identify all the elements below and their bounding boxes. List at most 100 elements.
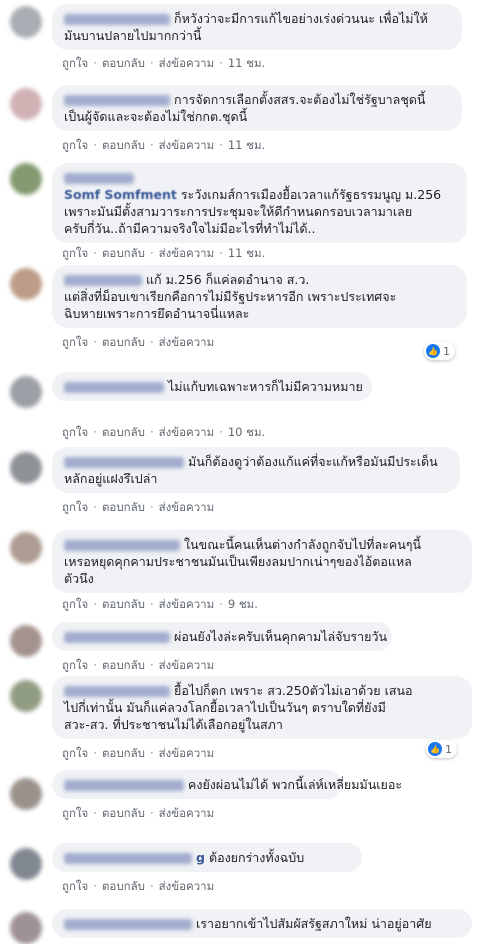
comment-actions: ถูกใจ · ตอบกลับ · ส่งข้อความ <box>62 499 214 517</box>
author-name[interactable]: Somf Somfment <box>64 187 177 202</box>
avatar[interactable] <box>10 163 42 195</box>
author-name-redacted[interactable] <box>64 95 170 106</box>
action-separator: · <box>149 746 154 760</box>
comment-actions: ถูกใจ · ตอบกลับ · ส่งข้อความ · 9 ชม. <box>62 596 258 614</box>
avatar[interactable] <box>10 912 42 944</box>
action-separator: · <box>219 56 223 70</box>
comment-actions: ถูกใจ · ตอบกลับ · ส่งข้อความ <box>62 657 214 675</box>
message-button[interactable]: ส่งข้อความ <box>159 424 215 442</box>
message-button[interactable]: ส่งข้อความ <box>159 657 215 675</box>
comment-text-line: ไปกี่เท่านั้น มันก็แค่ลวงโลกยื้อเวลาไปเป… <box>64 699 460 716</box>
like-button[interactable]: ถูกใจ <box>62 878 88 896</box>
comment-timestamp[interactable]: 10 ชม. <box>228 424 265 442</box>
like-button[interactable]: ถูกใจ <box>62 334 88 352</box>
like-button[interactable]: ถูกใจ <box>62 657 88 675</box>
comment-text-line: แก้ ม.256 ก็แค่ลดอำนาจ ส.ว. <box>64 271 455 288</box>
comment-feed: ก็หวังว่าจะมีการแก้ไขอย่างเร่งด่วนนะ เพื… <box>0 0 482 944</box>
comment-timestamp[interactable]: 9 ชม. <box>228 596 258 614</box>
reply-button[interactable]: ตอบกลับ <box>102 424 145 442</box>
author-name-redacted[interactable] <box>64 632 170 643</box>
reply-button[interactable]: ตอบกลับ <box>102 745 145 763</box>
message-button[interactable]: ส่งข้อความ <box>159 334 215 352</box>
author-name-redacted[interactable] <box>64 686 170 697</box>
author-name-redacted[interactable] <box>64 780 184 791</box>
reply-button[interactable]: ตอบกลับ <box>102 805 145 823</box>
comment-text-line: สวะ-สว. ที่ประชาชนไม่ได้เลือกอยู่ในสภา <box>64 716 460 733</box>
message-button[interactable]: ส่งข้อความ <box>159 878 215 896</box>
message-button[interactable]: ส่งข้อความ <box>159 137 215 155</box>
action-separator: · <box>93 806 97 820</box>
comment-text: ยื้อไปก็ตก เพราะ สว.250ตัวไม่เอาด้วย เสน… <box>174 683 413 698</box>
thumbs-up-icon: 👍 <box>426 344 440 358</box>
comment-text: แก้ ม.256 ก็แค่ลดอำนาจ ส.ว. <box>146 272 310 287</box>
reaction-badge[interactable]: 👍 1 <box>424 342 455 360</box>
reply-button[interactable]: ตอบกลับ <box>102 137 145 155</box>
comment-text-line: ไม่แก้บทเฉพาะหารก็ไม่มีความหมาย <box>64 378 363 395</box>
like-button[interactable]: ถูกใจ <box>62 745 88 763</box>
comment-actions: ถูกใจ · ตอบกลับ · ส่งข้อความ <box>62 878 214 896</box>
comment-text: ไม่แก้บทเฉพาะหารก็ไม่มีความหมาย <box>168 379 363 394</box>
author-name-redacted[interactable] <box>64 853 192 864</box>
avatar[interactable] <box>10 848 42 880</box>
like-button[interactable]: ถูกใจ <box>62 424 88 442</box>
reaction-badge[interactable]: 👍 1 <box>426 740 457 758</box>
action-separator: · <box>149 56 154 70</box>
comment-text-line: แต่สิ่งที่ม็อบเขาเรียกคือการไม่มีรัฐประห… <box>64 288 455 305</box>
like-button[interactable]: ถูกใจ <box>62 499 88 517</box>
like-button[interactable]: ถูกใจ <box>62 245 88 263</box>
like-button[interactable]: ถูกใจ <box>62 805 88 823</box>
comment-text-line: เราอยากเข้าไปสัมผัสรัฐสภาใหม่ น่าอยู่อาศ… <box>64 915 460 932</box>
comment-text-line: มันก็ต้องดูว่าต้องแก้แค่ที่จะแก้หรือมันม… <box>64 453 448 470</box>
reply-button[interactable]: ตอบกลับ <box>102 55 145 73</box>
author-name-redacted[interactable] <box>64 540 180 551</box>
reply-button[interactable]: ตอบกลับ <box>102 245 145 263</box>
action-separator: · <box>149 138 154 152</box>
comment-text-line: เหรอหยุดคุกคามประชาชนมันเป็นเพียงลมปากเน… <box>64 553 460 570</box>
message-button[interactable]: ส่งข้อความ <box>159 245 215 263</box>
avatar[interactable] <box>10 778 42 810</box>
comment-text: เหรอหยุดคุกคามประชาชนมันเป็นเพียงลมปากเน… <box>64 554 412 569</box>
avatar[interactable] <box>10 452 42 484</box>
reply-button[interactable]: ตอบกลับ <box>102 878 145 896</box>
author-name-redacted[interactable] <box>64 14 170 25</box>
avatar[interactable] <box>10 6 42 38</box>
author-name-redacted[interactable] <box>64 173 134 184</box>
comment-text: ครับกี่วัน..ถ้ามีความจริงใจไม่มีอะไรที่ท… <box>64 221 316 236</box>
avatar[interactable] <box>10 268 42 300</box>
comment-timestamp[interactable]: 11 ชม. <box>228 55 265 73</box>
comment-bubble: ไม่แก้บทเฉพาะหารก็ไม่มีความหมาย <box>52 372 372 401</box>
comment-timestamp[interactable]: 11 ชม. <box>228 245 265 263</box>
message-button[interactable]: ส่งข้อความ <box>159 805 215 823</box>
author-name-redacted[interactable] <box>64 382 164 393</box>
reply-button[interactable]: ตอบกลับ <box>102 596 145 614</box>
message-button[interactable]: ส่งข้อความ <box>159 596 215 614</box>
comment-text: เพราะมันมีตั้งสามวาระการประชุมจะให้ดีกำห… <box>64 204 413 219</box>
avatar[interactable] <box>10 88 42 120</box>
action-separator: · <box>219 597 223 611</box>
reply-button[interactable]: ตอบกลับ <box>102 334 145 352</box>
like-button[interactable]: ถูกใจ <box>62 55 88 73</box>
comment-bubble: ก็หวังว่าจะมีการแก้ไขอย่างเร่งด่วนนะ เพื… <box>52 4 462 50</box>
author-name-redacted[interactable] <box>64 919 192 930</box>
comment-text-line: ครับกี่วัน..ถ้ามีความจริงใจไม่มีอะไรที่ท… <box>64 220 455 237</box>
avatar[interactable] <box>10 680 42 712</box>
comment-text-line: ผ่อนยังไงล่ะครับเห็นคุกคามไล่จับรายวัน <box>64 628 387 645</box>
message-button[interactable]: ส่งข้อความ <box>159 55 215 73</box>
avatar[interactable] <box>10 625 42 657</box>
reply-button[interactable]: ตอบกลับ <box>102 657 145 675</box>
comment-text: ฉิบหายเพราะการยึดอำนาจนี่แหละ <box>64 306 250 321</box>
action-separator: · <box>93 658 97 672</box>
avatar[interactable] <box>10 376 42 408</box>
like-button[interactable]: ถูกใจ <box>62 596 88 614</box>
author-name-redacted[interactable] <box>64 275 142 286</box>
author-name[interactable]: g <box>196 850 205 865</box>
author-name-redacted[interactable] <box>64 457 184 468</box>
reply-button[interactable]: ตอบกลับ <box>102 499 145 517</box>
action-separator: · <box>149 425 154 439</box>
comment-bubble: ผ่อนยังไงล่ะครับเห็นคุกคามไล่จับรายวัน <box>52 622 392 651</box>
message-button[interactable]: ส่งข้อความ <box>159 745 215 763</box>
avatar[interactable] <box>10 532 42 564</box>
comment-timestamp[interactable]: 11 ชม. <box>228 137 265 155</box>
message-button[interactable]: ส่งข้อความ <box>159 499 215 517</box>
like-button[interactable]: ถูกใจ <box>62 137 88 155</box>
